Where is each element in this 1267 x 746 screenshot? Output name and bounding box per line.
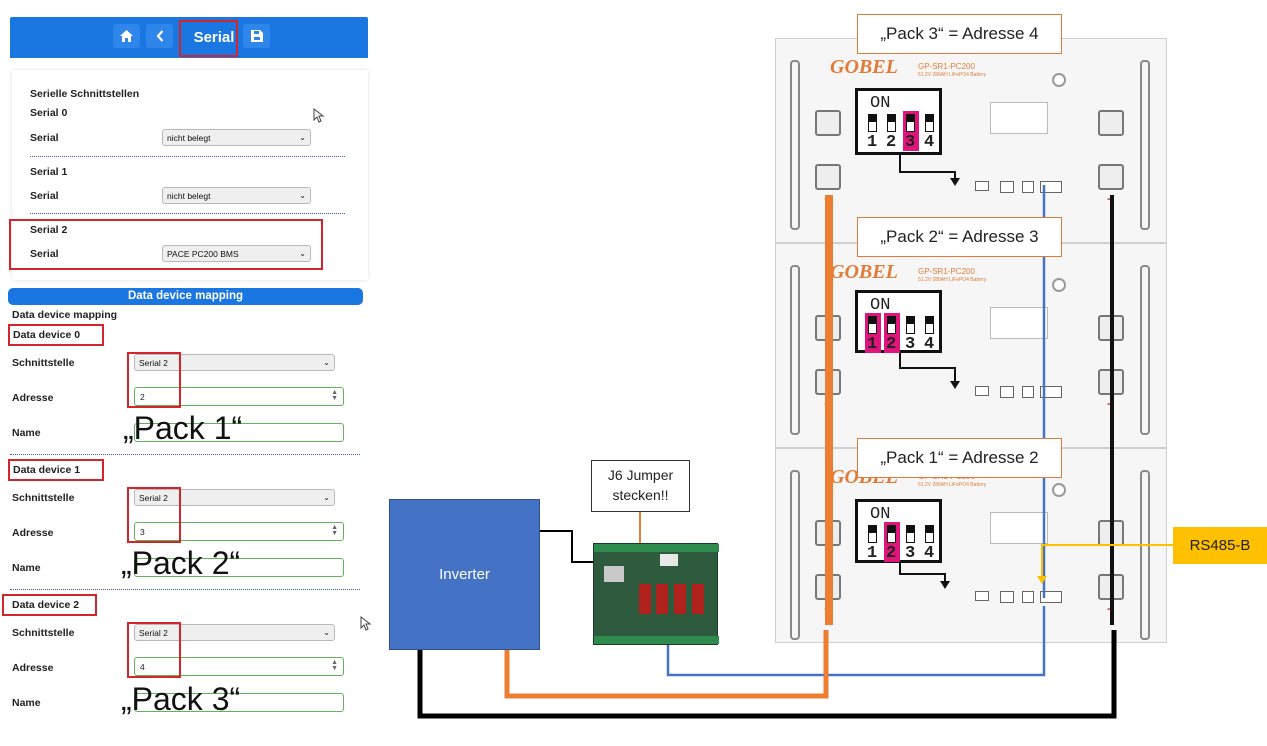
dip-pointer-layer <box>899 155 960 589</box>
dip-pointer-arrowhead <box>950 381 960 389</box>
dip-pointer-arrowhead <box>940 581 950 589</box>
dip-pointer <box>899 563 946 583</box>
dip-pointer-arrowhead <box>950 178 960 186</box>
dip-pointer <box>899 155 956 180</box>
dip-pointer <box>899 353 956 383</box>
